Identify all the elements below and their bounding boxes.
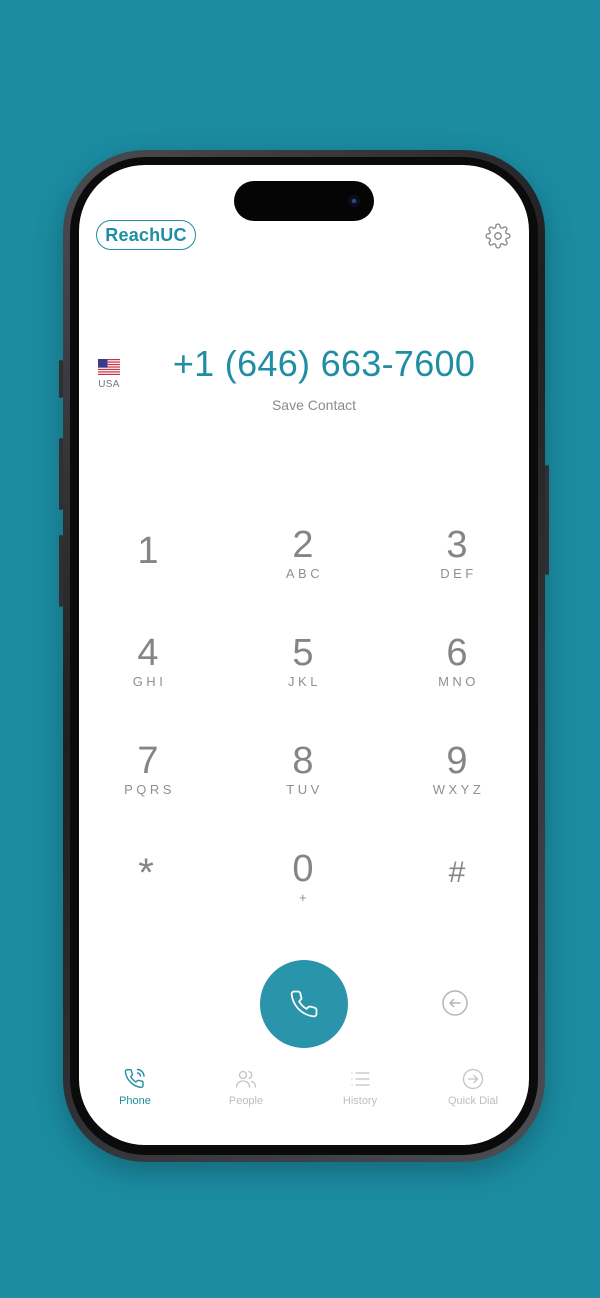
key-hash[interactable]: # — [402, 853, 512, 943]
history-icon — [351, 1072, 370, 1086]
action-button — [59, 360, 63, 398]
tab-label: Phone — [119, 1095, 151, 1107]
key-1[interactable]: 1 — [93, 531, 203, 621]
country-selector[interactable]: USA — [97, 359, 121, 390]
front-camera — [348, 195, 360, 207]
key-digit: 4 — [137, 632, 159, 674]
power-button — [545, 465, 549, 575]
volume-up-button — [59, 438, 63, 510]
key-9[interactable]: 9 WXYZ — [402, 741, 512, 831]
key-7[interactable]: 7 PQRS — [93, 741, 203, 831]
us-flag-icon — [98, 359, 120, 375]
key-8[interactable]: 8 TUV — [248, 741, 358, 831]
key-letters: MNO — [438, 674, 479, 689]
key-digit: 8 — [292, 740, 314, 782]
key-digit: 6 — [446, 632, 468, 674]
save-contact-link[interactable]: Save Contact — [239, 397, 389, 413]
gear-icon — [485, 223, 511, 249]
key-digit: 5 — [292, 632, 314, 674]
call-button[interactable] — [260, 960, 348, 1048]
key-digit: 9 — [446, 740, 468, 782]
backspace-icon — [442, 990, 468, 1016]
key-2[interactable]: 2 ABC — [248, 525, 358, 615]
key-digit: 1 — [137, 530, 159, 572]
key-digit: 3 — [446, 524, 468, 566]
tab-people[interactable]: People — [190, 1063, 302, 1117]
key-letters: + — [298, 890, 311, 905]
tab-history[interactable]: History — [304, 1063, 416, 1117]
key-digit: # — [448, 856, 466, 889]
dialed-number: +1 (646) 663-7600 — [172, 343, 476, 384]
key-6[interactable]: 6 MNO — [402, 633, 512, 723]
country-code: USA — [98, 379, 120, 390]
key-letters: ABC — [285, 566, 324, 581]
brand-logo: ReachUC — [96, 220, 196, 250]
tab-label: Quick Dial — [447, 1095, 499, 1107]
stage: ReachUC USA +1 (646) 663-7600 Save Conta… — [0, 0, 600, 1298]
quick-dial-icon — [462, 1068, 484, 1090]
key-digit: 2 — [292, 524, 314, 566]
key-4[interactable]: 4 GHI — [93, 633, 203, 723]
key-digit: * — [138, 851, 154, 895]
key-0[interactable]: 0 + — [248, 849, 358, 939]
tab-label: People — [228, 1095, 264, 1107]
tab-label: History — [342, 1095, 378, 1107]
key-letters: JKL — [288, 674, 321, 689]
key-letters: WXYZ — [432, 782, 485, 797]
key-digit: 7 — [137, 740, 159, 782]
tab-quick-dial[interactable]: Quick Dial — [417, 1063, 529, 1117]
dynamic-island — [234, 181, 374, 221]
tab-bar: Phone People History Quick Dial — [79, 1063, 529, 1123]
phone-icon — [290, 990, 318, 1018]
settings-button[interactable] — [484, 222, 512, 250]
key-star[interactable]: * — [91, 851, 201, 941]
key-letters: GHI — [132, 674, 167, 689]
volume-down-button — [59, 535, 63, 607]
people-icon — [235, 1070, 257, 1088]
key-letters: TUV — [286, 782, 323, 797]
key-3[interactable]: 3 DEF — [402, 525, 512, 615]
key-5[interactable]: 5 JKL — [248, 633, 358, 723]
key-letters: PQRS — [124, 782, 175, 797]
backspace-button[interactable] — [441, 989, 469, 1017]
key-letters: DEF — [440, 566, 477, 581]
key-digit: 0 — [292, 848, 314, 890]
phone-screen: ReachUC USA +1 (646) 663-7600 Save Conta… — [79, 165, 529, 1145]
phone-icon — [124, 1068, 145, 1088]
tab-phone[interactable]: Phone — [79, 1063, 191, 1117]
